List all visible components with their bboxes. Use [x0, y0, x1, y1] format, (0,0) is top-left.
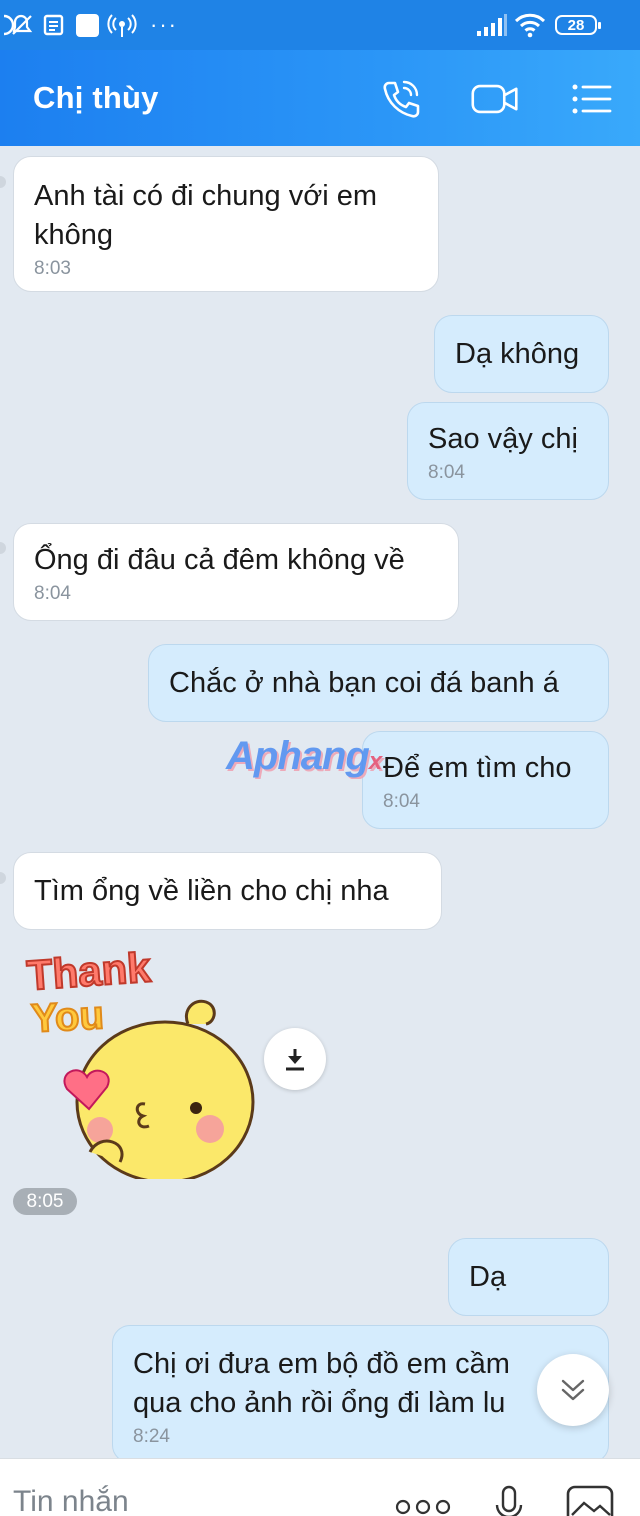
phone-icon[interactable]: [376, 74, 426, 124]
message-incoming[interactable]: Tìm ổng về liền cho chị nha: [13, 852, 442, 930]
microphone-icon[interactable]: [492, 1481, 526, 1516]
status-bar: ··· 28: [0, 0, 640, 50]
app-square-icon: [76, 12, 99, 38]
message-text: Dạ không: [455, 338, 580, 370]
watermark-suffix: x: [368, 748, 382, 775]
thank-you-sticker: Thank You: [24, 942, 255, 1184]
signal-icon: [476, 12, 508, 38]
message-time: 8:04: [34, 583, 71, 604]
sender-indicator: [0, 176, 6, 188]
sticker-text-thank: Thank: [25, 943, 152, 999]
watermark-logo: Aphangx: [226, 734, 382, 779]
message-incoming[interactable]: Ổng đi đâu cả đêm không về 8:04: [13, 523, 459, 621]
image-icon[interactable]: [565, 1481, 617, 1516]
more-notifications: ···: [150, 12, 178, 37]
message-text: Anh tài có đi chung với em không: [34, 180, 378, 251]
news-icon: [42, 12, 66, 38]
sticker-text-you: You: [30, 993, 105, 1041]
double-chevron-down-icon: [561, 1379, 585, 1401]
download-button[interactable]: [264, 1028, 326, 1090]
sticker-time: 8:05: [13, 1188, 77, 1215]
download-icon: [286, 1049, 304, 1071]
video-call-icon[interactable]: [470, 74, 520, 124]
message-input[interactable]: Tin nhắn: [13, 1485, 129, 1516]
message-text: Tìm ổng về liền cho chị nha: [34, 875, 389, 907]
wifi-icon: [513, 12, 547, 38]
message-time: 8:24: [133, 1426, 170, 1447]
sender-indicator: [0, 542, 6, 554]
message-outgoing[interactable]: Chắc ở nhà bạn coi đá banh á: [148, 644, 609, 722]
hotspot-icon: [106, 12, 138, 38]
chat-messages[interactable]: Anh tài có đi chung với em không 8:03 Dạ…: [0, 146, 640, 1458]
sender-indicator: [0, 872, 6, 884]
message-outgoing[interactable]: Sao vậy chị 8:04: [407, 402, 609, 500]
message-text: Sao vậy chị: [428, 423, 578, 455]
message-outgoing[interactable]: Để em tìm cho 8:04: [362, 731, 609, 829]
battery-level: 28: [567, 17, 585, 34]
message-text: Chị ơi đưa em bộ đồ em cầm qua cho ảnh r…: [133, 1348, 510, 1419]
message-text: Dạ: [469, 1261, 507, 1293]
more-options-icon[interactable]: [395, 1497, 451, 1516]
battery-icon: 28: [555, 12, 601, 38]
sticker-message[interactable]: Thank You: [20, 942, 260, 1184]
message-outgoing[interactable]: Dạ: [448, 1238, 609, 1316]
scroll-to-bottom-button[interactable]: [537, 1354, 609, 1426]
message-input-bar: Tin nhắn: [0, 1458, 640, 1516]
chat-header: Chị thùy: [0, 50, 640, 146]
message-outgoing[interactable]: Dạ không: [434, 315, 609, 393]
message-text: Để em tìm cho: [383, 752, 572, 784]
message-incoming[interactable]: Anh tài có đi chung với em không 8:03: [13, 156, 439, 292]
message-time: 8:03: [34, 258, 71, 279]
message-text: Ổng đi đâu cả đêm không về: [34, 544, 405, 576]
mute-notification-icon: [0, 12, 34, 38]
watermark-text: Aphang: [226, 734, 370, 778]
message-time: 8:04: [383, 791, 420, 812]
contact-name[interactable]: Chị thùy: [33, 80, 159, 116]
message-text: Chắc ở nhà bạn coi đá banh á: [169, 667, 559, 699]
message-outgoing[interactable]: Chị ơi đưa em bộ đồ em cầm qua cho ảnh r…: [112, 1325, 609, 1458]
message-time: 8:04: [428, 462, 465, 483]
menu-list-icon[interactable]: [566, 74, 616, 124]
